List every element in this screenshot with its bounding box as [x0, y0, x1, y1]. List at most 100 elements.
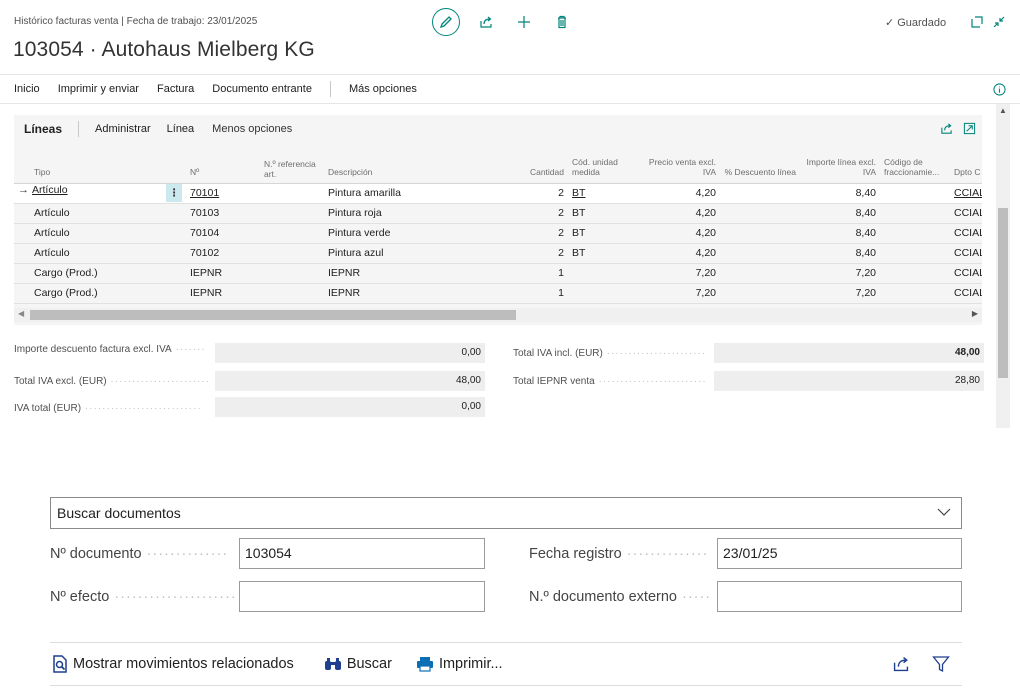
scroll-thumb[interactable]	[30, 310, 516, 320]
doc-no-field[interactable]: 103054	[239, 538, 485, 569]
cell-price[interactable]: 7,20	[638, 283, 720, 304]
cell-desc[interactable]: IEPNR	[324, 283, 494, 304]
edit-button[interactable]	[432, 8, 460, 36]
cell-uom[interactable]: BT	[568, 243, 638, 264]
info-icon[interactable]	[993, 83, 1006, 96]
cell-ref[interactable]	[260, 203, 324, 224]
cell-amount[interactable]: 8,40	[800, 203, 880, 224]
share-button[interactable]	[478, 14, 494, 30]
effect-field[interactable]	[239, 581, 485, 612]
cell-frac[interactable]	[880, 283, 950, 304]
cell-disc[interactable]	[720, 183, 800, 204]
search-button[interactable]: Buscar	[324, 656, 392, 672]
cell-frac[interactable]	[880, 243, 950, 264]
cell-tipo[interactable]: Artículo	[14, 243, 186, 264]
cell-dept[interactable]: CCIAL	[950, 203, 982, 224]
cell-price[interactable]: 4,20	[638, 243, 720, 264]
row-menu-button[interactable]: ⋮	[166, 184, 182, 202]
cell-dept[interactable]: CCIAL	[950, 223, 982, 244]
cell-price[interactable]: 4,20	[638, 183, 720, 204]
col-precio[interactable]: Precio venta excl. IVA	[638, 143, 720, 184]
cell-no[interactable]: IEPNR	[186, 283, 260, 304]
scroll-up-icon[interactable]: ▲	[999, 106, 1007, 115]
action-more-options[interactable]: Más opciones	[349, 83, 417, 95]
cell-tipo[interactable]: → Artículo ⋮	[14, 183, 186, 204]
cell-ref[interactable]	[260, 263, 324, 284]
table-row[interactable]: Artículo 70102 Pintura azul 2 BT 4,20 8,…	[14, 243, 982, 264]
horizontal-scrollbar[interactable]: ◀ ▶	[14, 308, 982, 322]
cell-qty[interactable]: 2	[494, 183, 568, 204]
share-icon[interactable]	[940, 122, 953, 135]
cell-desc[interactable]: Pintura amarilla	[324, 183, 494, 204]
cell-uom[interactable]	[568, 263, 638, 284]
cell-frac[interactable]	[880, 183, 950, 204]
col-descuento[interactable]: % Descuento línea	[720, 143, 800, 184]
cell-desc[interactable]: Pintura roja	[324, 203, 494, 224]
cell-no[interactable]: 70102	[186, 243, 260, 264]
cell-tipo[interactable]: Cargo (Prod.)	[14, 283, 186, 304]
cell-ref[interactable]	[260, 223, 324, 244]
action-factura[interactable]: Factura	[157, 83, 194, 95]
collapse-icon[interactable]	[992, 15, 1006, 29]
cell-dept[interactable]: CCIAL	[950, 283, 982, 304]
cell-disc[interactable]	[720, 283, 800, 304]
post-date-field[interactable]: 23/01/25	[717, 538, 962, 569]
cell-qty[interactable]: 2	[494, 203, 568, 224]
expand-icon[interactable]	[963, 122, 976, 135]
action-documento-entrante[interactable]: Documento entrante	[212, 83, 312, 95]
cell-qty[interactable]: 2	[494, 223, 568, 244]
cell-price[interactable]: 4,20	[638, 223, 720, 244]
table-row[interactable]: Artículo 70103 Pintura roja 2 BT 4,20 8,…	[14, 203, 982, 224]
cell-dept[interactable]: CCIAL	[950, 243, 982, 264]
filter-icon[interactable]	[932, 655, 950, 673]
cell-dept[interactable]: CCIAL	[950, 183, 982, 204]
cell-tipo[interactable]: Artículo	[14, 203, 186, 224]
cell-frac[interactable]	[880, 223, 950, 244]
col-dpto[interactable]: Dpto C	[950, 143, 982, 184]
action-inicio[interactable]: Inicio	[14, 83, 40, 95]
cell-qty[interactable]: 2	[494, 243, 568, 264]
cell-no[interactable]: 70103	[186, 203, 260, 224]
cell-amount[interactable]: 8,40	[800, 223, 880, 244]
col-fraccionamiento[interactable]: Código de fraccionamie...	[880, 143, 950, 184]
cell-amount[interactable]: 8,40	[800, 183, 880, 204]
action-imprimir-enviar[interactable]: Imprimir y enviar	[58, 83, 139, 95]
cell-frac[interactable]	[880, 263, 950, 284]
cell-ref[interactable]	[260, 183, 324, 204]
cell-ref[interactable]	[260, 243, 324, 264]
cell-tipo[interactable]: Cargo (Prod.)	[14, 263, 186, 284]
col-importe[interactable]: Importe línea excl. IVA	[800, 143, 880, 184]
col-ref[interactable]: N.º referencia art.	[260, 143, 324, 184]
scroll-left-icon[interactable]: ◀	[18, 309, 24, 318]
print-button[interactable]: Imprimir...	[416, 656, 503, 672]
cell-ref[interactable]	[260, 283, 324, 304]
cell-qty[interactable]: 1	[494, 283, 568, 304]
tab-administrar[interactable]: Administrar	[95, 123, 151, 135]
cell-amount[interactable]: 7,20	[800, 283, 880, 304]
cell-no[interactable]: 70104	[186, 223, 260, 244]
cell-uom[interactable]	[568, 283, 638, 304]
table-row[interactable]: Artículo 70104 Pintura verde 2 BT 4,20 8…	[14, 223, 982, 244]
delete-button[interactable]	[554, 14, 570, 30]
cell-disc[interactable]	[720, 223, 800, 244]
tab-lineas[interactable]: Líneas	[24, 122, 62, 136]
cell-no[interactable]: IEPNR	[186, 263, 260, 284]
cell-uom[interactable]: BT	[568, 223, 638, 244]
cell-no[interactable]: 70101	[186, 183, 260, 204]
col-cantidad[interactable]: Cantidad	[494, 143, 568, 184]
cell-tipo[interactable]: Artículo	[14, 223, 186, 244]
show-related-button[interactable]: Mostrar movimientos relacionados	[52, 655, 294, 673]
cell-desc[interactable]: Pintura azul	[324, 243, 494, 264]
tab-linea[interactable]: Línea	[167, 123, 195, 135]
share-icon[interactable]	[892, 655, 910, 673]
cell-dept[interactable]: CCIAL	[950, 263, 982, 284]
new-button[interactable]	[516, 14, 532, 30]
col-descripcion[interactable]: Descripción	[324, 143, 494, 184]
table-row[interactable]: → Artículo ⋮ 70101 Pintura amarilla 2 BT 4…	[14, 183, 982, 204]
cell-amount[interactable]: 8,40	[800, 243, 880, 264]
table-row[interactable]: Cargo (Prod.) IEPNR IEPNR 1 7,20 7,20 CC…	[14, 263, 982, 284]
cell-uom[interactable]: BT	[568, 183, 638, 204]
open-new-window-icon[interactable]	[970, 15, 984, 29]
cell-uom[interactable]: BT	[568, 203, 638, 224]
col-no[interactable]: Nº	[186, 143, 260, 184]
